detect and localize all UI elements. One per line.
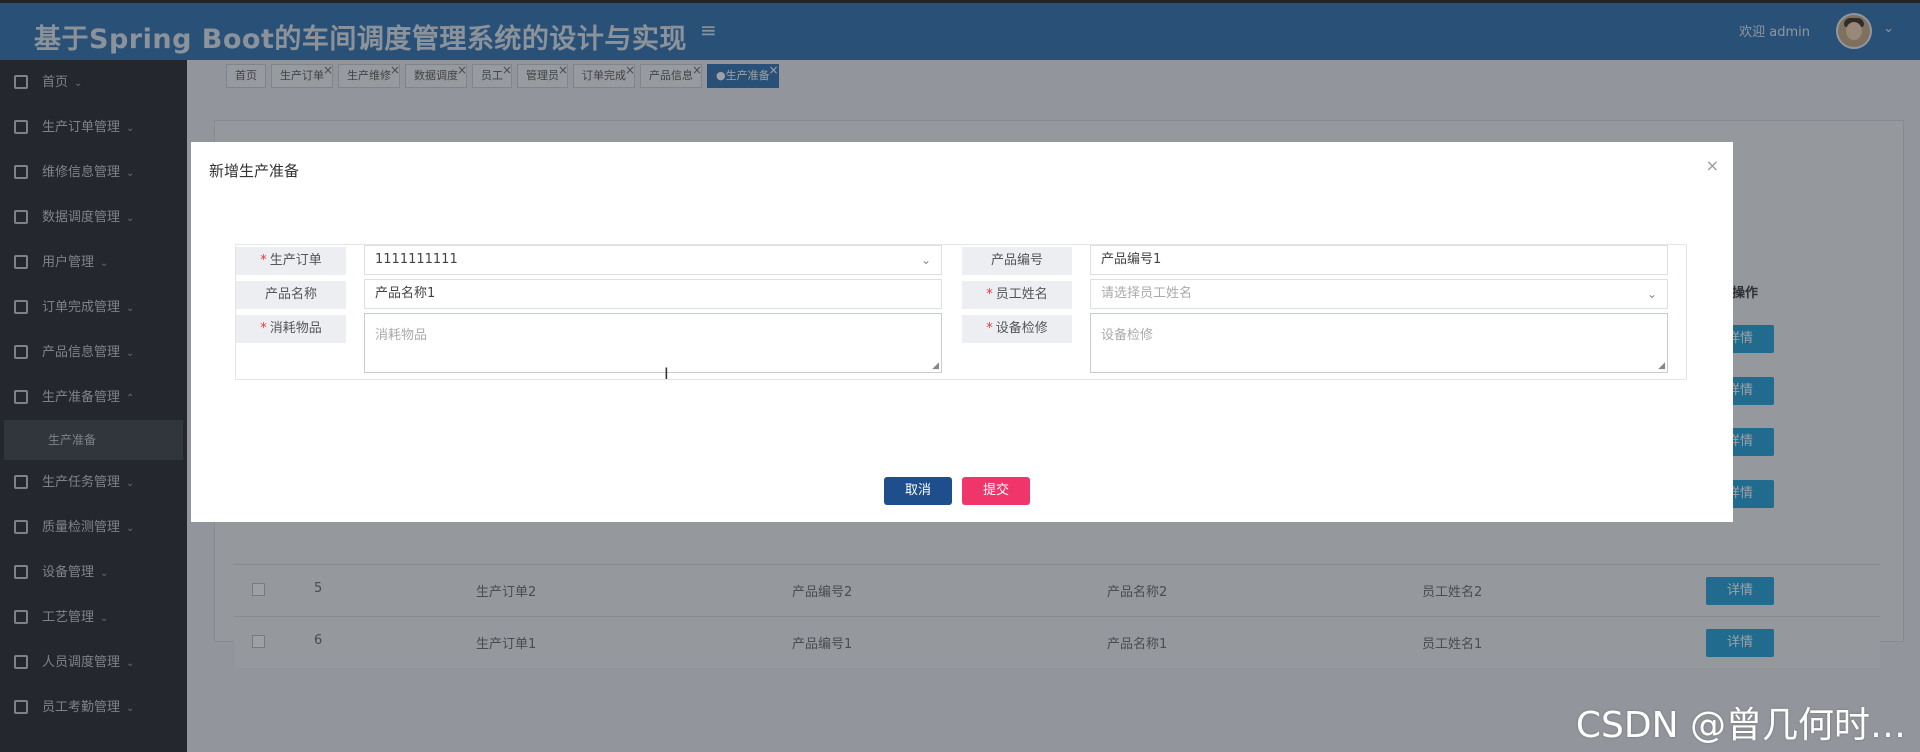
order-select[interactable]: 1111111111 ⌄ bbox=[364, 245, 942, 275]
code-field[interactable]: 产品编号1 bbox=[1090, 245, 1668, 275]
close-icon[interactable]: × bbox=[1706, 156, 1719, 175]
cancel-button[interactable]: 取消 bbox=[884, 477, 952, 505]
order-label: * 生产订单 bbox=[236, 247, 346, 275]
code-label: 产品编号 bbox=[962, 247, 1072, 275]
consume-label: * 消耗物品 bbox=[236, 315, 346, 343]
repair-textarea[interactable]: 设备检修 ◢ bbox=[1090, 313, 1668, 373]
chevron-down-icon: ⌄ bbox=[1646, 287, 1657, 301]
watermark: CSDN @曾几何时… bbox=[1575, 705, 1906, 746]
consume-textarea[interactable]: 消耗物品 ◢ bbox=[364, 313, 942, 373]
submit-button[interactable]: 提交 bbox=[962, 477, 1030, 505]
chevron-down-icon: ⌄ bbox=[920, 253, 931, 267]
add-dialog: 新增生产准备 × * 生产订单 1111111111 ⌄ 产品编号 产品编号1 产品… bbox=[191, 142, 1733, 522]
staff-select[interactable]: 请选择员工姓名 ⌄ bbox=[1090, 279, 1668, 309]
resize-handle-icon[interactable]: ◢ bbox=[932, 361, 939, 371]
staff-label: * 员工姓名 bbox=[962, 281, 1072, 309]
repair-label: * 设备检修 bbox=[962, 315, 1072, 343]
resize-handle-icon[interactable]: ◢ bbox=[1658, 361, 1665, 371]
name-field[interactable]: 产品名称1 bbox=[364, 279, 942, 309]
text-cursor-icon: I bbox=[664, 364, 669, 383]
add-form: * 生产订单 1111111111 ⌄ 产品编号 产品编号1 产品名称 产品名称1 … bbox=[235, 244, 1687, 380]
dialog-title: 新增生产准备 bbox=[209, 162, 300, 180]
name-label: 产品名称 bbox=[236, 281, 346, 309]
